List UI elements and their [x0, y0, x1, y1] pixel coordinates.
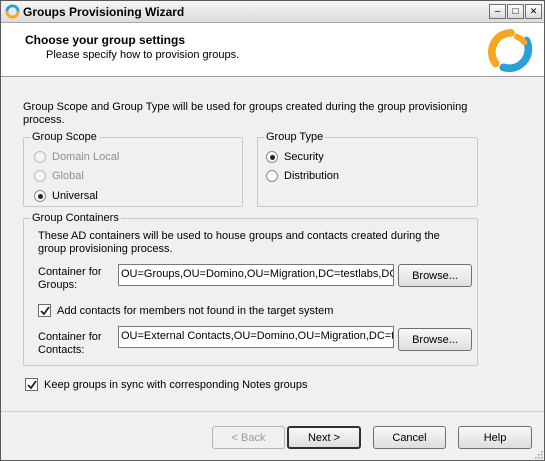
- radio-label: Security: [284, 151, 324, 163]
- browse-groups-button[interactable]: Browse...: [398, 264, 472, 287]
- group-scope-legend: Group Scope: [32, 131, 97, 143]
- radio-label: Distribution: [284, 170, 340, 182]
- group-type-legend: Group Type: [266, 131, 324, 143]
- close-icon: ✕: [529, 6, 538, 16]
- checkbox-box[interactable]: [38, 304, 51, 317]
- type-security-radio[interactable]: Security: [266, 151, 324, 163]
- radio-button[interactable]: [34, 190, 46, 202]
- page-subtitle: Please specify how to provision groups.: [46, 49, 240, 61]
- logo-icon: [488, 29, 533, 73]
- cancel-button[interactable]: Cancel: [373, 426, 446, 449]
- button-label: Help: [483, 431, 507, 444]
- button-label: Cancel: [392, 431, 427, 444]
- button-label: Browse...: [412, 333, 458, 346]
- footer-divider: [1, 411, 544, 412]
- groups-container-input[interactable]: OU=Groups,OU=Domino,OU=Migration,DC=test…: [118, 264, 394, 286]
- checkbox-box[interactable]: [25, 378, 38, 391]
- checkbox-label: Keep groups in sync with corresponding N…: [44, 378, 308, 391]
- close-button[interactable]: ✕: [525, 4, 542, 19]
- scope-global-radio[interactable]: Global: [34, 170, 84, 182]
- group-type-group: Group Type: [257, 131, 478, 207]
- next-button[interactable]: Next >: [287, 426, 361, 449]
- maximize-icon: □: [512, 5, 519, 17]
- intro-text: Group Scope and Group Type will be used …: [23, 101, 468, 126]
- browse-contacts-button[interactable]: Browse...: [398, 328, 472, 351]
- type-distribution-radio[interactable]: Distribution: [266, 170, 339, 182]
- contacts-container-label: Container for Contacts:: [38, 331, 102, 356]
- minimize-button[interactable]: –: [489, 4, 506, 19]
- button-label: Browse...: [412, 269, 458, 282]
- containers-description: These AD containers will be used to hous…: [38, 230, 440, 255]
- app-icon: [5, 4, 20, 19]
- radio-label: Domain Local: [52, 151, 120, 163]
- wizard-window: Groups Provisioning Wizard – □ ✕ Choose …: [0, 0, 545, 461]
- maximize-button[interactable]: □: [507, 4, 524, 19]
- scope-universal-radio[interactable]: Universal: [34, 190, 98, 202]
- scope-domain-local-radio[interactable]: Domain Local: [34, 151, 119, 163]
- button-label: Next >: [307, 431, 341, 444]
- back-button[interactable]: < Back: [212, 426, 285, 449]
- button-label: < Back: [231, 431, 266, 444]
- window-title: Groups Provisioning Wizard: [23, 5, 185, 19]
- minimize-icon: –: [494, 5, 501, 17]
- radio-label: Global: [52, 170, 84, 182]
- page-title: Choose your group settings: [25, 33, 186, 47]
- group-containers-legend: Group Containers: [32, 212, 119, 224]
- contacts-container-input[interactable]: OU=External Contacts,OU=Domino,OU=Migrat…: [118, 326, 394, 348]
- title-bar[interactable]: Groups Provisioning Wizard – □ ✕: [1, 1, 544, 23]
- checkmark-icon: [39, 305, 50, 315]
- radio-button[interactable]: [266, 170, 278, 182]
- groups-container-label: Container for Groups:: [38, 266, 102, 291]
- resize-grip-icon[interactable]: [533, 449, 543, 459]
- wizard-header: Choose your group settings Please specif…: [1, 23, 544, 77]
- add-contacts-checkbox[interactable]: Add contacts for members not found in th…: [38, 304, 333, 317]
- radio-label: Universal: [52, 190, 98, 202]
- checkbox-label: Add contacts for members not found in th…: [57, 304, 334, 317]
- keep-in-sync-checkbox[interactable]: Keep groups in sync with corresponding N…: [25, 378, 308, 391]
- radio-button[interactable]: [34, 170, 46, 182]
- help-button[interactable]: Help: [458, 426, 532, 449]
- radio-button[interactable]: [34, 151, 46, 163]
- radio-button[interactable]: [266, 151, 278, 163]
- checkmark-icon: [26, 379, 37, 389]
